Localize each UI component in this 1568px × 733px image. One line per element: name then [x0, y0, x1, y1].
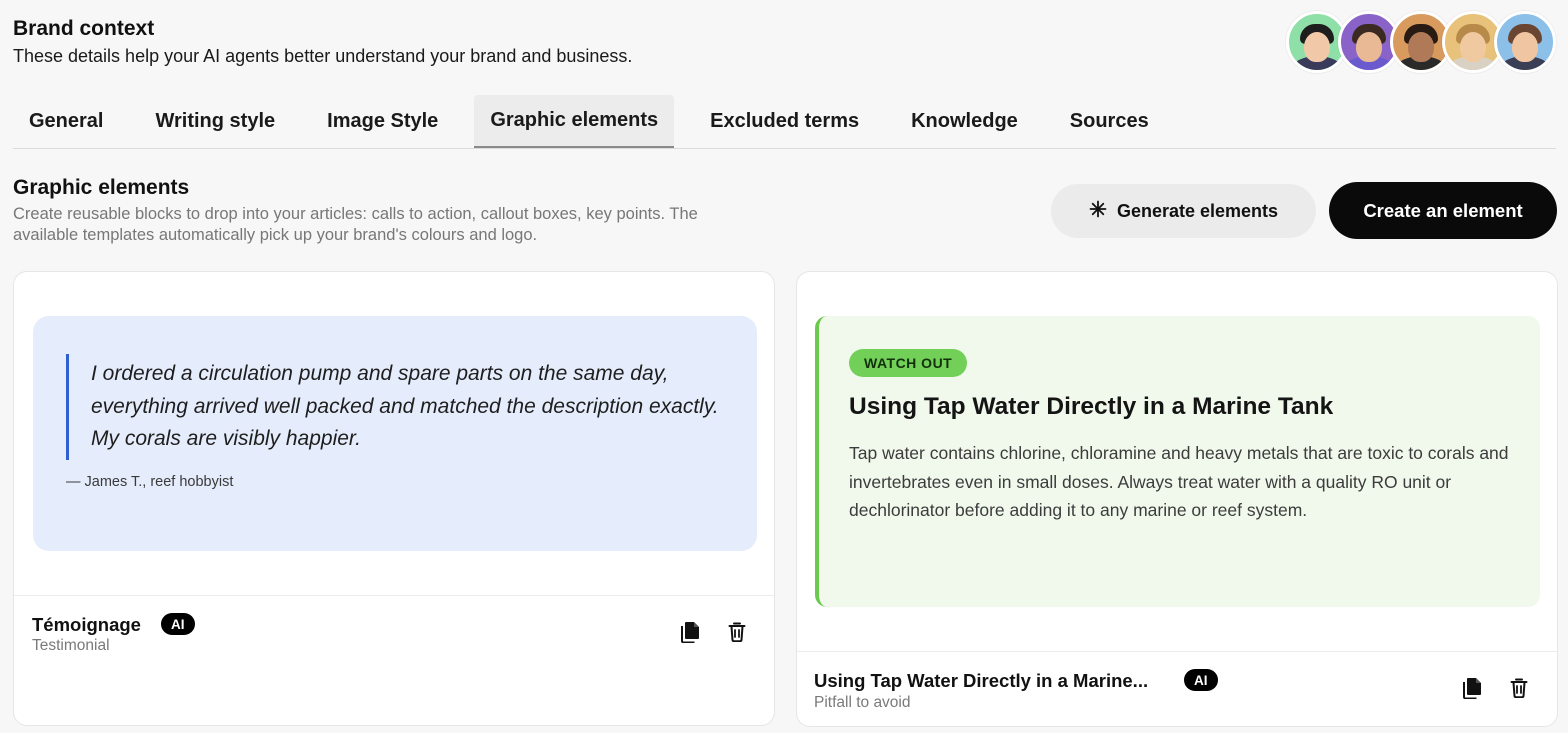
generate-elements-button[interactable]: Generate elements [1051, 184, 1316, 238]
element-card-testimonial[interactable]: I ordered a circulation pump and spare p… [13, 271, 775, 726]
generate-elements-label: Generate elements [1116, 200, 1279, 221]
card-title: Using Tap Water Directly in a Marine... [814, 670, 1149, 691]
copy-icon [681, 621, 699, 648]
ai-badge: AI [1184, 669, 1218, 691]
tab-graphic-elements[interactable]: Graphic elements [474, 95, 675, 148]
trash-icon [1510, 678, 1528, 703]
copy-icon [1463, 677, 1481, 704]
tab-image-style[interactable]: Image Style [311, 95, 454, 148]
tab-excluded-terms[interactable]: Excluded terms [694, 95, 875, 148]
callout-body: Tap water contains chlorine, chloramine … [849, 443, 1509, 521]
quote-text: I ordered a circulation pump and spare p… [91, 362, 719, 450]
callout-preview: WATCH OUT Using Tap Water Directly in a … [815, 316, 1540, 607]
page-subtitle: These details help your AI agents better… [13, 46, 633, 66]
card-subtitle: Pitfall to avoid [814, 694, 911, 711]
callout-heading: Using Tap Water Directly in a Marine Tan… [849, 393, 1334, 420]
card-subtitle: Testimonial [32, 637, 110, 654]
duplicate-button[interactable] [677, 621, 703, 647]
quote-author: — James T., reef hobbyist [66, 474, 234, 490]
card-title: Témoignage [32, 614, 141, 635]
ai-badge: AI [161, 613, 195, 635]
section-description: Create reusable blocks to drop into your… [13, 205, 698, 244]
delete-button[interactable] [724, 621, 750, 647]
avatar-group [1286, 11, 1556, 73]
trash-icon [728, 622, 746, 647]
create-element-button[interactable]: Create an element [1329, 182, 1557, 239]
tab-writing-style[interactable]: Writing style [139, 95, 291, 148]
testimonial-preview: I ordered a circulation pump and spare p… [33, 316, 757, 551]
tab-knowledge[interactable]: Knowledge [895, 95, 1034, 148]
quote-accent-bar [66, 354, 69, 460]
tab-bar: General Writing style Image Style Graphi… [13, 95, 1556, 149]
page-title: Brand context [13, 17, 155, 40]
avatar-5[interactable] [1494, 11, 1556, 73]
delete-button[interactable] [1506, 677, 1532, 703]
card-footer: Using Tap Water Directly in a Marine... … [797, 651, 1557, 726]
section-title: Graphic elements [13, 176, 190, 199]
tab-sources[interactable]: Sources [1054, 95, 1165, 148]
tab-general[interactable]: General [13, 95, 119, 148]
watch-out-badge: WATCH OUT [849, 349, 968, 377]
duplicate-button[interactable] [1459, 677, 1485, 703]
sparkle-icon [1089, 200, 1107, 223]
card-footer: Témoignage AI Testimonial [14, 595, 774, 725]
element-card-pitfall[interactable]: WATCH OUT Using Tap Water Directly in a … [796, 271, 1558, 727]
